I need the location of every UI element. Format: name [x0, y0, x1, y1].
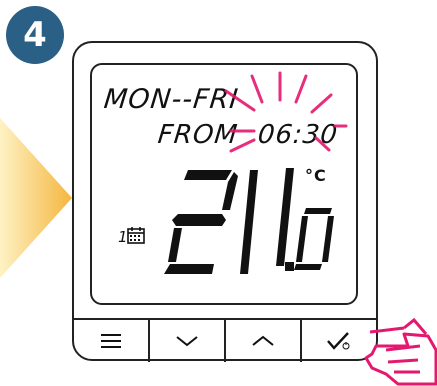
menu-icon	[101, 334, 121, 348]
chevron-up-icon	[252, 335, 274, 346]
confirm-button[interactable]	[302, 320, 376, 362]
schedule-days-label: MON--FRI	[102, 84, 241, 115]
temperature-unit: °C	[305, 166, 327, 185]
step-number-badge: 4	[6, 6, 64, 64]
up-button[interactable]	[226, 320, 302, 362]
menu-button[interactable]	[74, 320, 150, 362]
from-label: FROM	[156, 120, 240, 150]
chevron-down-icon	[176, 336, 198, 347]
button-row	[74, 318, 376, 362]
arrow-icon	[0, 118, 72, 278]
calendar-icon	[127, 227, 145, 244]
from-time-value: 06:30	[256, 120, 340, 150]
check-power-icon	[327, 332, 350, 350]
down-button[interactable]	[150, 320, 226, 362]
